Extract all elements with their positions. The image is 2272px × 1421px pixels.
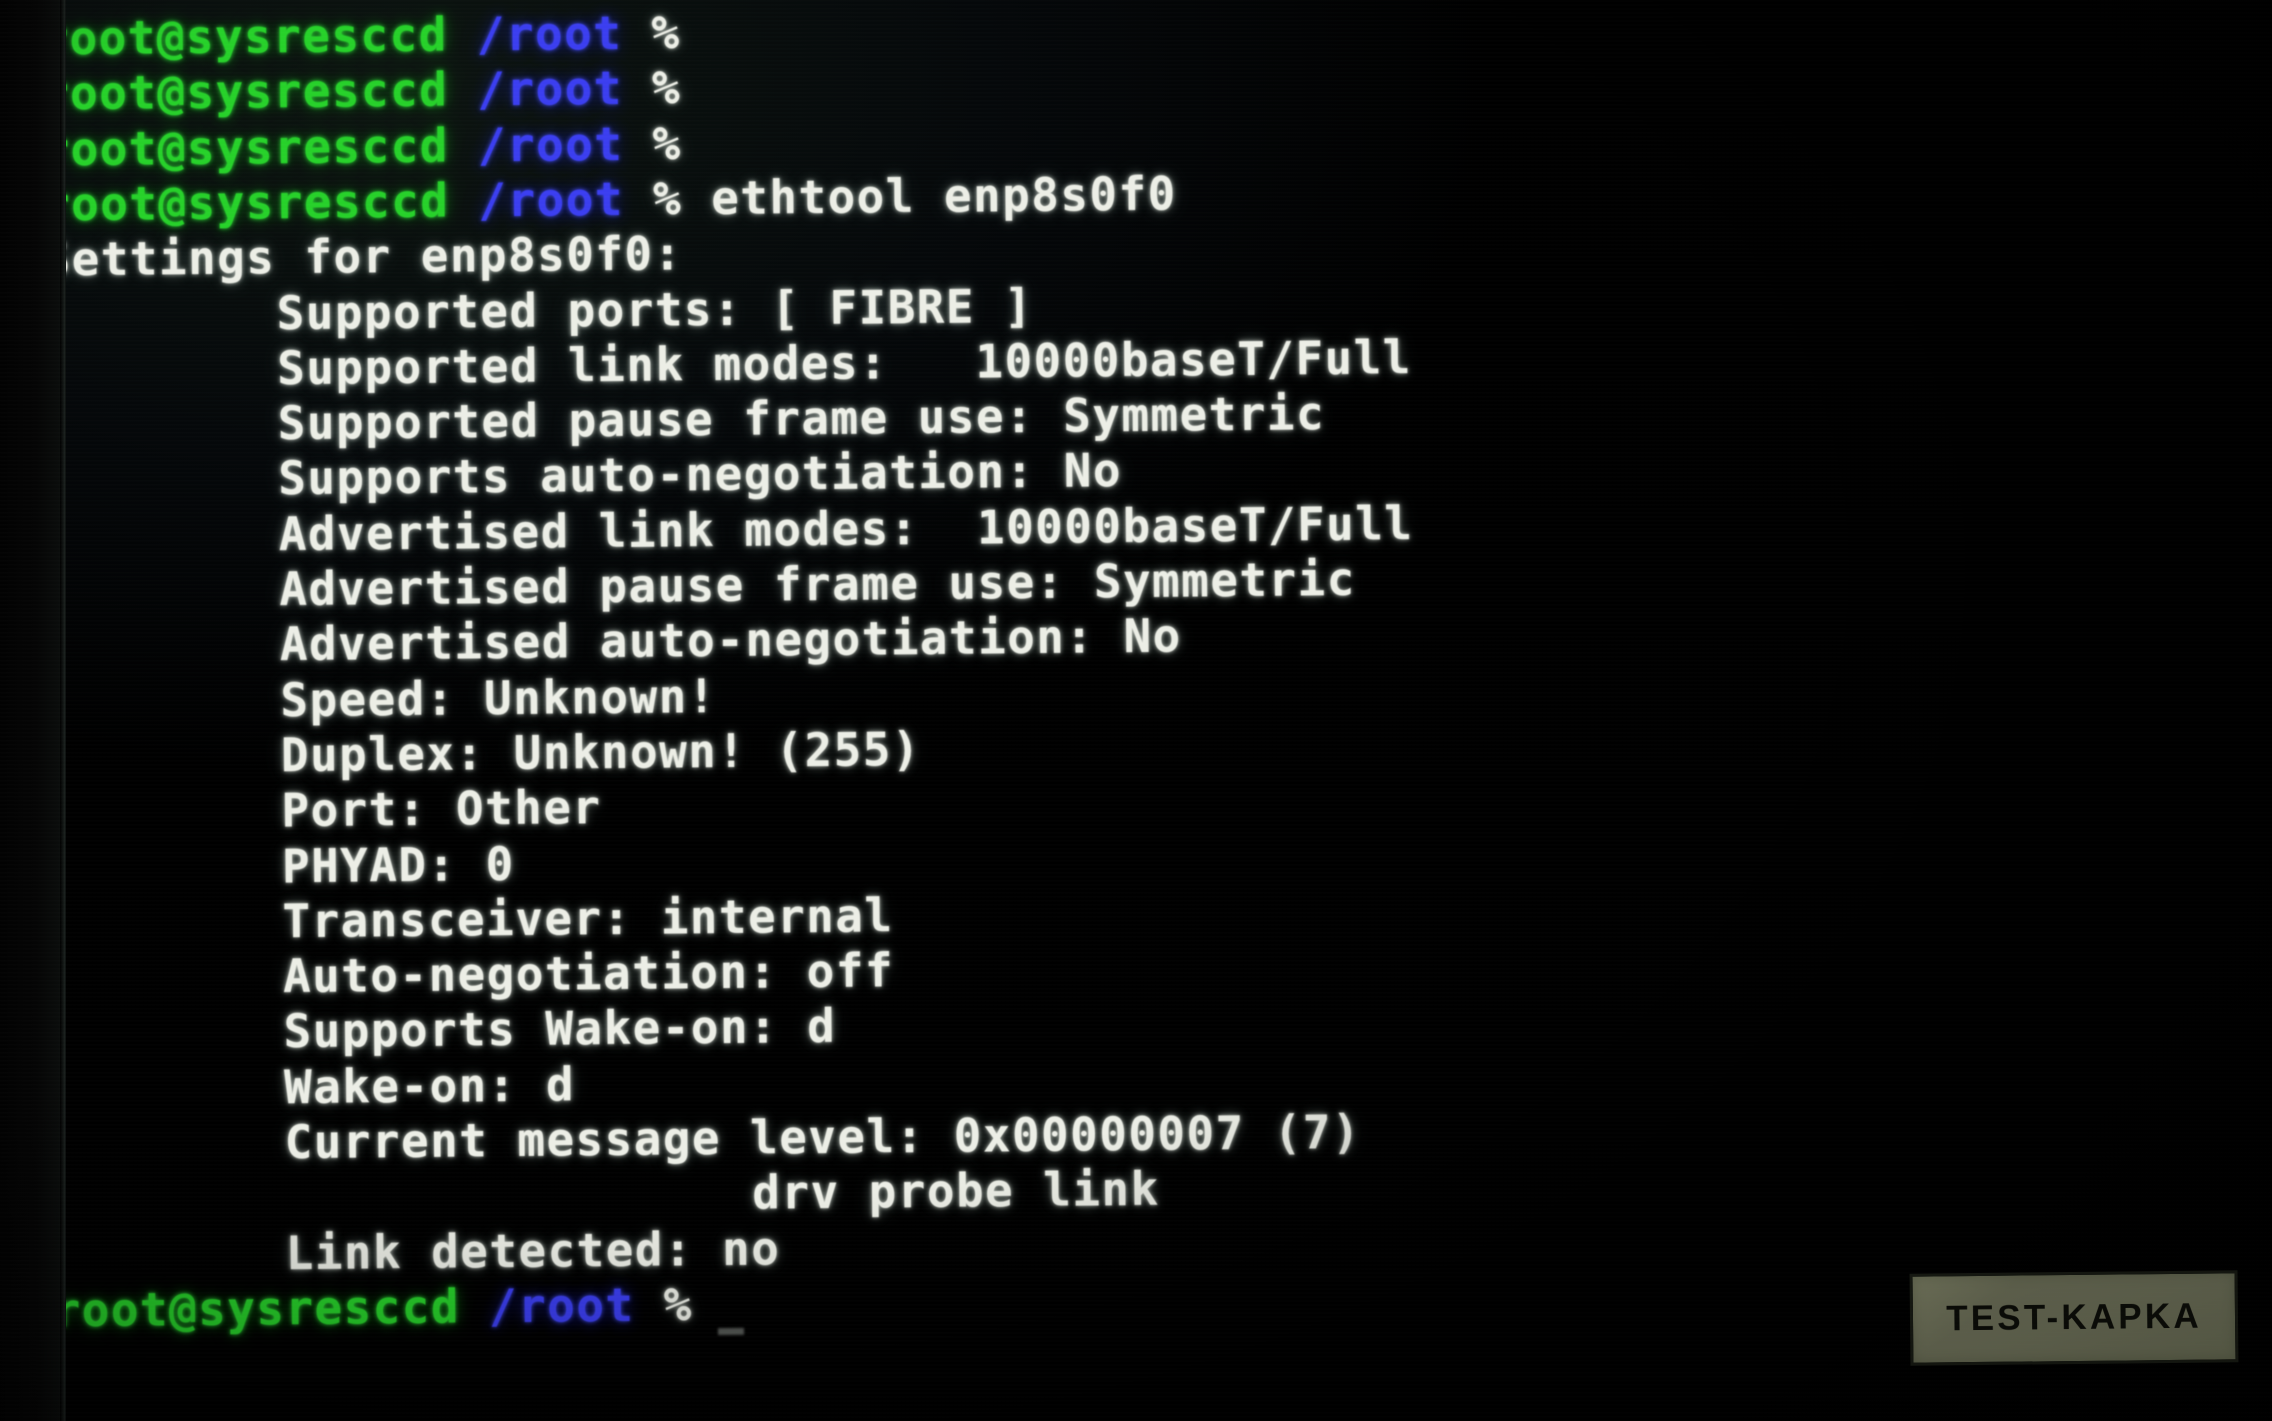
prompt-user-host: root@sysresccd: [40, 62, 478, 121]
monitor-bezel-edge: [60, 0, 65, 1421]
prompt-path: /root: [488, 1277, 664, 1334]
terminal-prompt-line: root@sysresccd /root %: [41, 61, 682, 121]
prompt-path: /root: [476, 5, 652, 62]
prompt-path: /root: [477, 116, 653, 173]
terminal-prompt-line: root@sysresccd /root %: [41, 116, 682, 176]
terminal-output-line: Supported ports: [ FIBRE ]: [276, 278, 1034, 340]
monitor-bezel-left: [0, 0, 66, 1421]
prompt-user-host: root@sysresccd: [40, 7, 478, 66]
terminal-prompt-line: root@sysresccd /root %: [40, 5, 681, 65]
prompt-user-host: root@sysresccd: [41, 173, 479, 232]
terminal-output-line: drv probe link: [752, 1162, 1160, 1221]
prompt-sigil: %: [652, 171, 683, 226]
asset-label-text: TEST-KAPKA: [1945, 1296, 2203, 1339]
terminal-output-line: Advertised link modes: 10000baseT/Full: [278, 496, 1414, 562]
terminal-command: ethtool enp8s0f0: [681, 166, 1177, 226]
prompt-sigil: %: [651, 60, 682, 116]
terminal-output-line: Transceiver: internal: [282, 888, 894, 949]
terminal-output-line: Current message level: 0x00000007 (7): [284, 1104, 1362, 1170]
prompt-sigil: %: [663, 1277, 693, 1332]
prompt-user-host: root@sysresccd: [41, 118, 479, 177]
prompt-sigil: %: [651, 5, 681, 60]
terminal-cursor: [717, 1327, 744, 1336]
terminal-output-line: Advertised pause frame use: Symmetric: [279, 552, 1356, 617]
asset-label-sticker: TEST-KAPKA: [1909, 1270, 2239, 1366]
terminal-prompt-line: root@sysresccd /root % ethtool enp8s0f0: [41, 167, 1177, 232]
terminal-output-line: Link detected: no: [285, 1221, 781, 1280]
terminal-output-line: Speed: Unknown!: [280, 668, 717, 727]
terminal-output-line: Supported pause frame use: Symmetric: [277, 386, 1326, 451]
terminal-output-line: Supports auto-negotiation: No: [277, 443, 1123, 506]
terminal-output-line: Port: Other: [281, 780, 602, 838]
terminal-output-line: Wake-on: d: [283, 1057, 576, 1115]
terminal-prompt-line: root@sysresccd /root %: [52, 1277, 693, 1337]
terminal-output-line: PHYAD: 0: [281, 836, 515, 893]
terminal-output-line: Duplex: Unknown! (255): [280, 722, 922, 783]
terminal-output-line: Supports Wake-on: d: [283, 999, 837, 1059]
prompt-path: /root: [478, 171, 654, 228]
terminal-output-line: Auto-negotiation: off: [282, 943, 895, 1004]
terminal-output-line: Supported link modes: 10000baseT/Full: [276, 330, 1413, 396]
terminal-output-line: Settings for enp8s0f0:: [42, 226, 683, 287]
monitor-photo: root@sysresccd /root % root@sysresccd /ro…: [0, 0, 2272, 1421]
terminal-output-line: Advertised auto-negotiation: No: [279, 608, 1182, 672]
prompt-sigil: %: [652, 116, 682, 171]
prompt-path: /root: [477, 61, 653, 117]
prompt-user-host: root@sysresccd: [52, 1279, 490, 1338]
